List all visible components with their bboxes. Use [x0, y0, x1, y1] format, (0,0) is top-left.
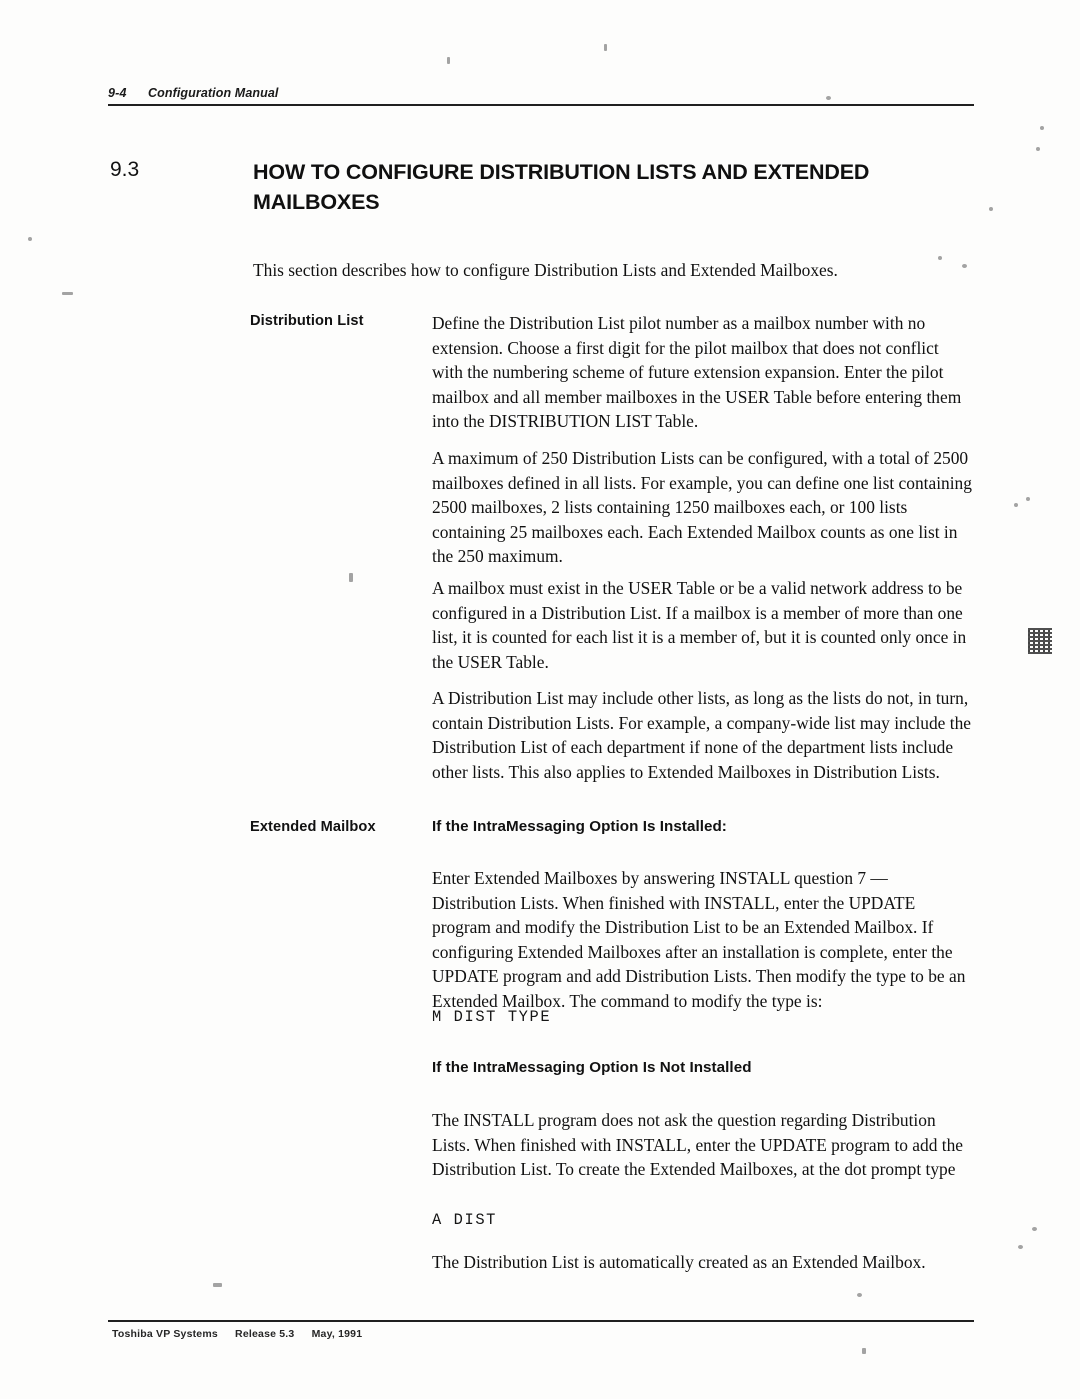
distribution-list-paragraph-2: A maximum of 250 Distribution Lists can …: [432, 448, 972, 567]
command-add-dist: A DIST: [432, 1211, 498, 1229]
scan-speck-artifact: [862, 1348, 866, 1354]
scan-speck-artifact: [604, 44, 607, 51]
subhead-option-installed: If the IntraMessaging Option Is Installe…: [432, 818, 727, 835]
section-number: 9.3: [110, 158, 140, 181]
document-page: 9-4 Configuration Manual 9.3 HOW TO CONF…: [0, 0, 1080, 1399]
footer: Toshiba VP Systems Release 5.3 May, 1991: [112, 1328, 376, 1340]
scan-speck-artifact: [857, 1293, 862, 1297]
scan-speck-artifact: [1018, 1245, 1023, 1249]
scan-speck-artifact: [62, 292, 73, 295]
scan-speck-artifact: [989, 207, 993, 211]
scan-speck-artifact: [1036, 147, 1040, 151]
scan-speck-artifact: [1014, 503, 1018, 507]
scan-speck-artifact: [1040, 126, 1044, 130]
scan-speck-artifact: [1032, 1227, 1037, 1231]
footer-company: Toshiba VP Systems: [112, 1328, 218, 1340]
footer-date: May, 1991: [311, 1328, 363, 1340]
extended-mailbox-paragraph-not-installed: The INSTALL program does not ask the que…: [432, 1110, 964, 1180]
section-title: HOW TO CONFIGURE DISTRIBUTION LISTS AND …: [253, 160, 870, 214]
footer-release: Release 5.3: [235, 1328, 295, 1340]
intro-paragraph: This section describes how to configure …: [253, 260, 838, 280]
closing-paragraph: The Distribution List is automatically c…: [432, 1252, 926, 1272]
scan-speck-artifact: [28, 237, 32, 241]
running-header-title: Configuration Manual: [148, 86, 279, 100]
header-rule: [108, 104, 974, 106]
page-folio: 9-4: [108, 86, 127, 100]
scan-speck-artifact: [447, 57, 450, 64]
term-distribution-list: Distribution List: [250, 313, 364, 329]
scan-speck-artifact: [1026, 497, 1030, 501]
distribution-list-paragraph-3: A mailbox must exist in the USER Table o…: [432, 578, 967, 672]
scan-speck-artifact: [213, 1283, 222, 1287]
footer-rule: [108, 1320, 974, 1322]
distribution-list-paragraph-1: Define the Distribution List pilot numbe…: [432, 313, 962, 432]
scan-speck-artifact: [349, 573, 353, 582]
scan-smudge-artifact: [1028, 628, 1052, 654]
subhead-option-not-installed: If the IntraMessaging Option Is Not Inst…: [432, 1059, 752, 1076]
extended-mailbox-paragraph-installed: Enter Extended Mailboxes by answering IN…: [432, 868, 966, 1011]
term-extended-mailbox: Extended Mailbox: [250, 819, 376, 835]
command-modify-type: M DIST TYPE: [432, 1008, 552, 1026]
distribution-list-paragraph-4: A Distribution List may include other li…: [432, 688, 971, 782]
